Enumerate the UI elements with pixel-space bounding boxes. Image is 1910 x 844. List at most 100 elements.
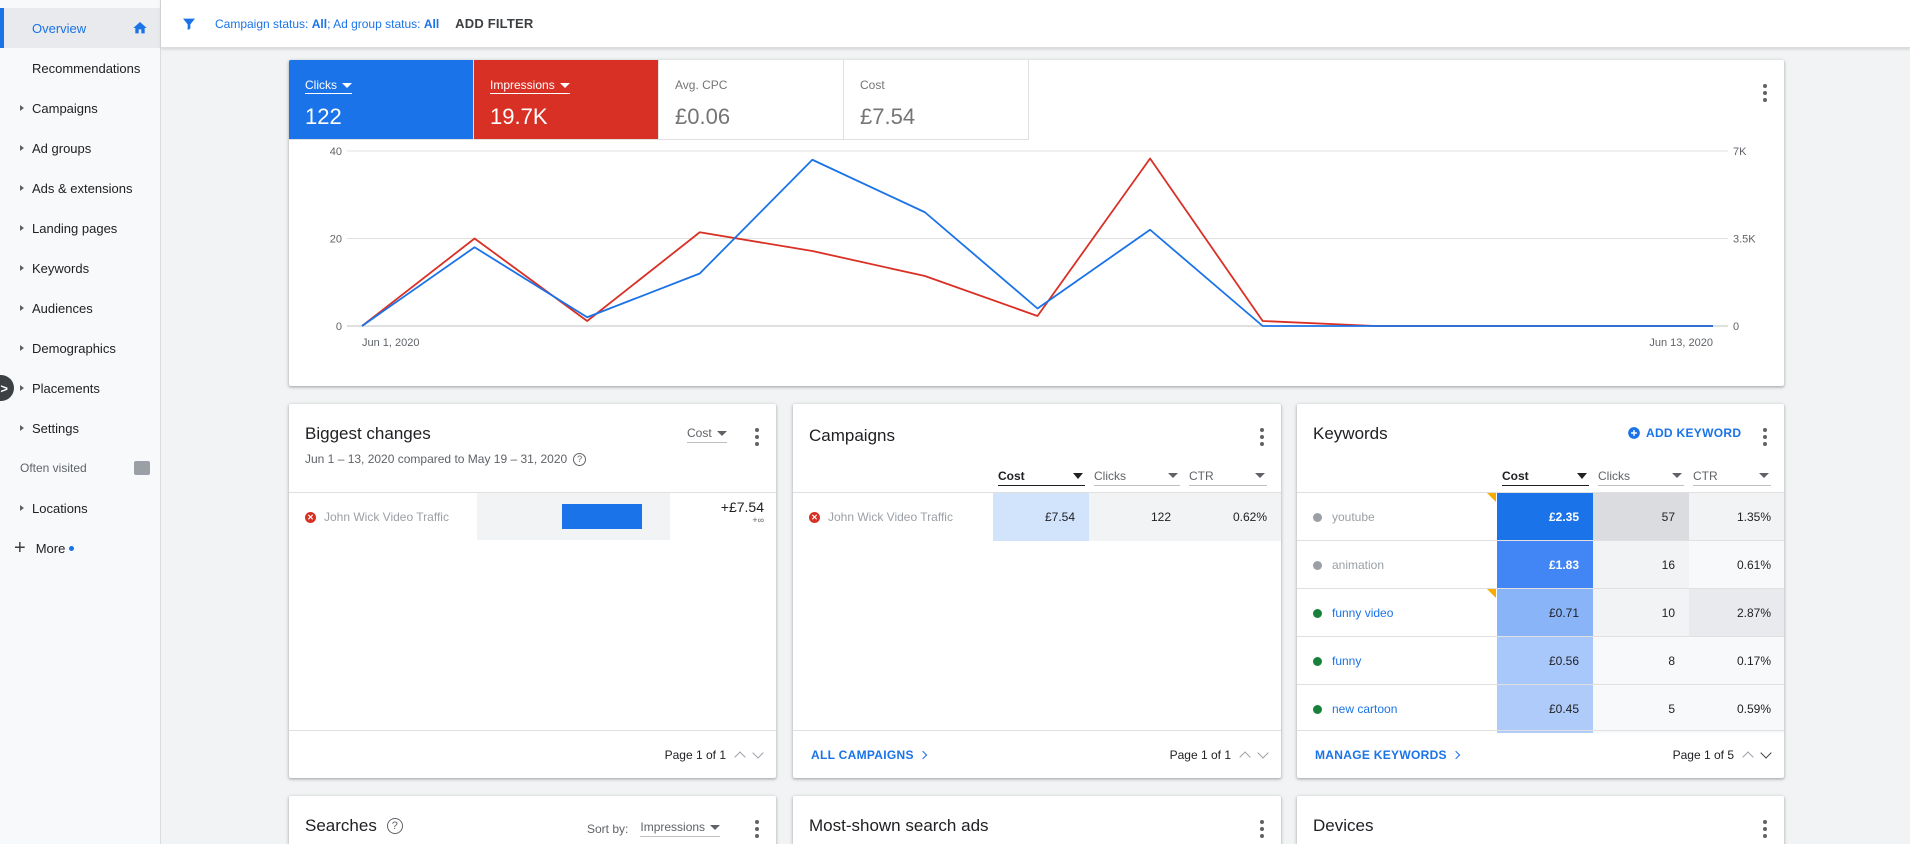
column-header-ctr[interactable]: CTR <box>1693 466 1771 486</box>
more-options-icon[interactable] <box>1763 428 1767 446</box>
sidebar-item-recommendations[interactable]: Recommendations <box>0 48 160 88</box>
table-row[interactable]: youtube £2.35 57 1.35% <box>1297 492 1784 541</box>
sidebar-item-placements[interactable]: Placements <box>0 368 160 408</box>
help-icon[interactable]: ? <box>386 818 403 834</box>
previous-page-icon[interactable] <box>734 750 746 763</box>
clicks-cell: 5 <box>1593 685 1689 733</box>
next-page-icon[interactable] <box>1760 746 1772 759</box>
add-keyword-button[interactable]: ADD KEYWORD <box>1627 426 1741 440</box>
metric-cost[interactable]: Cost £7.54 <box>844 60 1029 140</box>
link-label: ALL CAMPAIGNS <box>811 747 914 762</box>
table-row[interactable]: animation £1.83 16 0.61% <box>1297 540 1784 589</box>
more-options-icon[interactable] <box>1260 820 1264 838</box>
keywords-card: Keywords ADD KEYWORD Cost Clicks CTR you… <box>1297 404 1784 778</box>
adgroup-status-value: All <box>423 16 440 31</box>
metric-clicks[interactable]: Clicks 122 <box>289 60 474 140</box>
link-label: MANAGE KEYWORDS <box>1315 747 1447 762</box>
previous-page-icon[interactable] <box>1742 750 1754 763</box>
keyword-text[interactable]: funny <box>1332 654 1361 668</box>
more-options-icon[interactable] <box>1763 820 1767 838</box>
paused-status-icon: ✕ <box>809 511 820 523</box>
keyword-text[interactable]: funny video <box>1332 606 1393 620</box>
ctr-cell: 2.87% <box>1689 589 1784 637</box>
metric-value: 19.7K <box>490 104 548 129</box>
ctr-cell: 0.62% <box>1185 493 1281 541</box>
sidebar-item-settings[interactable]: Settings <box>0 408 160 448</box>
sidebar-item-overview[interactable]: Overview <box>0 8 160 48</box>
y-left-tick-label: 40 <box>330 146 342 158</box>
active-filters[interactable]: Campaign status: All; Ad group status: A… <box>215 17 439 31</box>
pagination: Page 1 of 1 <box>1170 746 1269 763</box>
card-title: Biggest changes <box>305 424 431 443</box>
y-left-tick-label: 20 <box>330 234 342 246</box>
sidebar-item-more[interactable]: + More <box>0 528 160 568</box>
add-circle-icon <box>1628 427 1640 439</box>
keyword-text[interactable]: animation <box>1332 558 1384 572</box>
sidebar-item-demographics[interactable]: Demographics <box>0 328 160 368</box>
feedback-icon[interactable] <box>134 461 150 475</box>
status-icon <box>1313 608 1322 618</box>
keyword-text[interactable]: youtube <box>1332 510 1375 524</box>
status-icon <box>1313 512 1322 522</box>
sort-dropdown[interactable]: Impressions <box>640 820 721 837</box>
metric-dropdown[interactable]: Cost <box>687 426 727 443</box>
sidebar-item-locations[interactable]: Locations <box>0 488 160 528</box>
all-campaigns-link[interactable]: ALL CAMPAIGNS <box>811 747 928 762</box>
sort-control: Sort by: Impressions <box>587 820 721 837</box>
campaign-name: John Wick Video Traffic <box>324 510 449 524</box>
chevron-right-icon <box>1451 750 1461 759</box>
biggest-changes-card: Biggest changes Jun 1 – 13, 2020 compare… <box>289 404 776 778</box>
card-title: Most-shown search ads <box>809 816 989 835</box>
card-footer: Page 1 of 1 <box>289 730 776 778</box>
cost-cell: £0.45 <box>1497 685 1593 733</box>
column-header-ctr[interactable]: CTR <box>1189 466 1267 486</box>
metric-selector[interactable]: Impressions <box>490 78 570 94</box>
dropdown-arrow-icon <box>1672 473 1682 478</box>
more-options-icon[interactable] <box>755 820 759 838</box>
metric-label: Impressions <box>490 78 555 92</box>
column-header-cost[interactable]: Cost <box>1502 466 1589 486</box>
manage-keywords-link[interactable]: MANAGE KEYWORDS <box>1315 747 1461 762</box>
next-page-icon[interactable] <box>752 746 764 759</box>
sidebar-item-keywords[interactable]: Keywords <box>0 248 160 288</box>
column-header-clicks[interactable]: Clicks <box>1598 466 1684 486</box>
metric-avg-cpc[interactable]: Avg. CPC £0.06 <box>659 60 844 140</box>
expand-caret-icon <box>20 505 24 511</box>
add-filter-button[interactable]: ADD FILTER <box>455 16 533 31</box>
table-row[interactable]: ✕ John Wick Video Traffic £7.54 122 0.62… <box>793 492 1281 541</box>
dropdown-value: Impressions <box>640 820 706 834</box>
sidebar-item-label: Placements <box>32 380 100 396</box>
ctr-cell: 0.59% <box>1689 685 1784 733</box>
metric-selector[interactable]: Clicks <box>305 78 352 94</box>
column-header-clicks[interactable]: Clicks <box>1094 466 1180 486</box>
sidebar-item-campaigns[interactable]: Campaigns <box>0 88 160 128</box>
dropdown-arrow-icon <box>559 82 570 88</box>
sidebar: Overview Recommendations Campaigns Ad gr… <box>0 0 161 844</box>
more-options-icon[interactable] <box>1260 428 1264 446</box>
searches-card: Searches ? Sort by: Impressions <box>289 796 776 844</box>
sidebar-item-ad-groups[interactable]: Ad groups <box>0 128 160 168</box>
overview-chart-card: Clicks 122 Impressions 19.7K Avg. CPC £0… <box>289 60 1784 386</box>
table-row[interactable]: funny £0.56 8 0.17% <box>1297 636 1784 685</box>
table-row[interactable]: funny video £0.71 10 2.87% <box>1297 588 1784 637</box>
more-options-icon[interactable] <box>1763 84 1767 102</box>
keyword-text[interactable]: new cartoon <box>1332 702 1397 716</box>
next-page-icon[interactable] <box>1257 746 1269 759</box>
sidebar-item-label: Locations <box>32 500 88 516</box>
sidebar-item-ads-extensions[interactable]: Ads & extensions <box>0 168 160 208</box>
status-icon <box>1313 704 1322 714</box>
column-header-cost[interactable]: Cost <box>998 466 1085 486</box>
filter-icon[interactable] <box>181 16 197 32</box>
previous-page-icon[interactable] <box>1239 750 1251 763</box>
metric-impressions[interactable]: Impressions 19.7K <box>474 60 659 140</box>
sidebar-item-audiences[interactable]: Audiences <box>0 288 160 328</box>
expand-caret-icon <box>20 105 24 111</box>
table-row[interactable]: ✕ John Wick Video Traffic +£7.54 +∞ <box>289 492 776 540</box>
sidebar-item-landing-pages[interactable]: Landing pages <box>0 208 160 248</box>
table-row[interactable]: new cartoon £0.45 5 0.59% <box>1297 684 1784 733</box>
help-icon[interactable]: ? <box>573 452 587 466</box>
change-bar-track <box>477 493 670 540</box>
often-visited-label: Often visited <box>20 461 87 475</box>
paused-status-icon: ✕ <box>305 511 316 523</box>
more-options-icon[interactable] <box>755 428 759 446</box>
